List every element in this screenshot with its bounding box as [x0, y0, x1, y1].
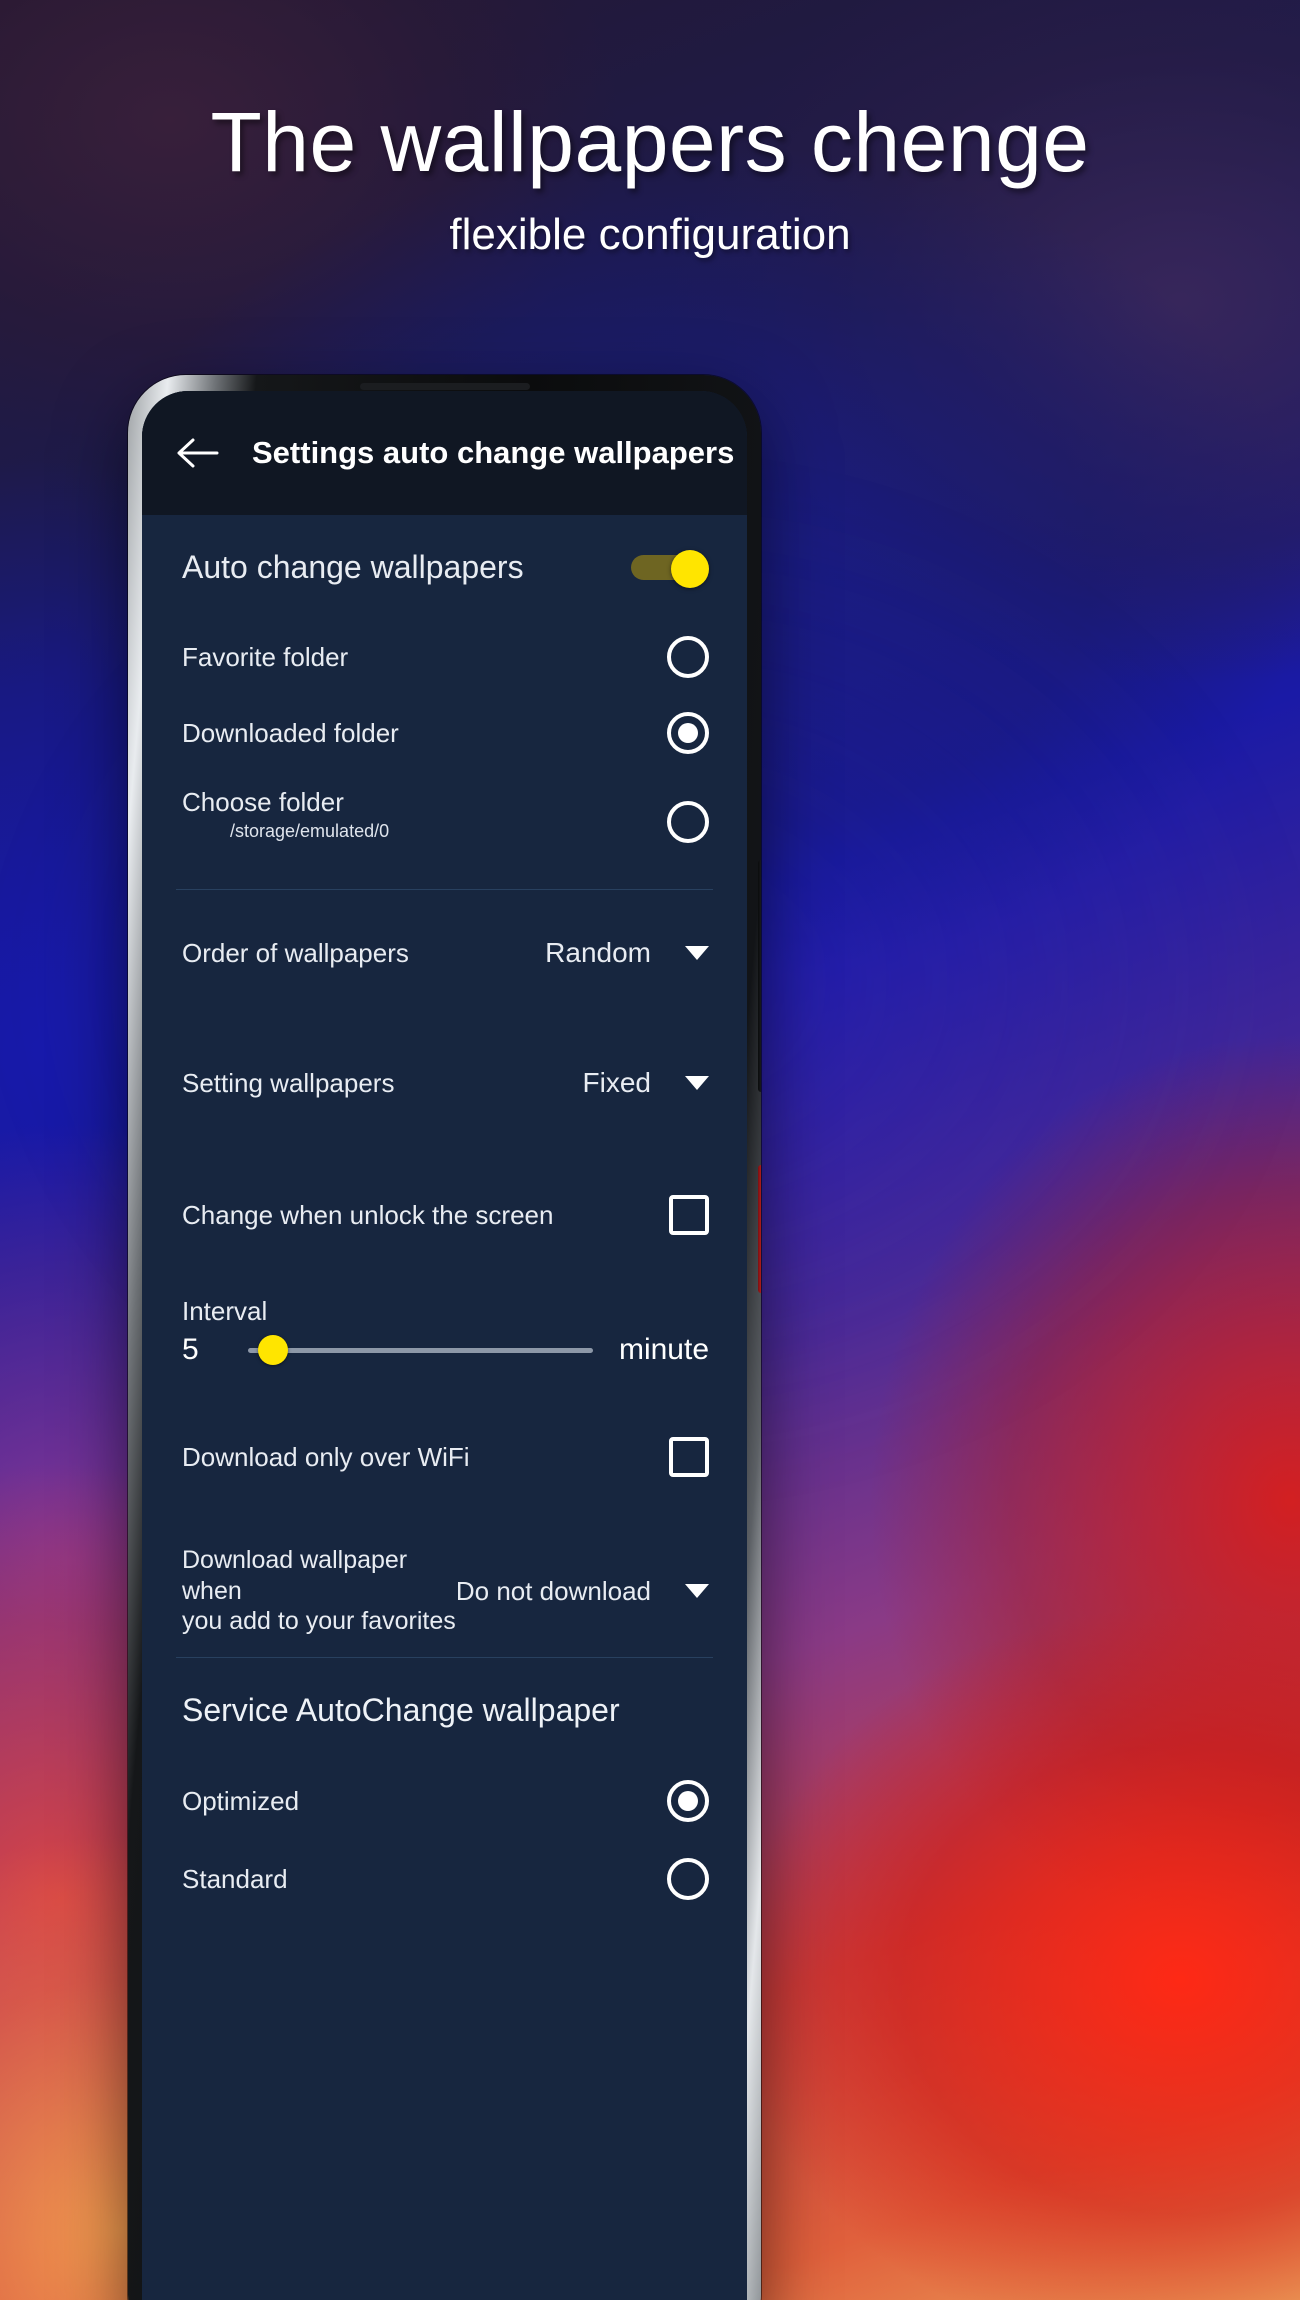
settings-list: Auto change wallpapers Favorite folder D…	[142, 515, 747, 1918]
promo-text-block: The wallpapers chenge flexible configura…	[0, 0, 1300, 260]
radio-selected-dot	[678, 1791, 698, 1811]
choose-folder-label: Choose folder	[182, 787, 344, 817]
order-of-wallpapers-dropdown[interactable]: Random	[545, 937, 709, 969]
downloaded-folder-radio[interactable]	[667, 712, 709, 754]
row-download-only-wifi[interactable]: Download only over WiFi	[142, 1389, 747, 1525]
interval-slider-block: Interval 5 minute	[142, 1280, 747, 1389]
download-on-favorite-dropdown[interactable]: Do not download	[456, 1576, 709, 1607]
setting-wallpapers-label: Setting wallpapers	[182, 1067, 395, 1098]
slider-track	[248, 1347, 593, 1353]
service-section-title: Service AutoChange wallpaper	[182, 1691, 620, 1728]
download-on-favorite-value: Do not download	[455, 1575, 651, 1606]
service-optimized-radio[interactable]	[667, 1780, 709, 1822]
radio-ring	[667, 1858, 709, 1900]
download-only-wifi-checkbox[interactable]	[669, 1437, 709, 1477]
slider-thumb[interactable]	[258, 1335, 289, 1365]
page-title: Settings auto change wallpapers	[252, 435, 735, 470]
row-setting-wallpapers[interactable]: Setting wallpapers Fixed	[142, 1016, 747, 1150]
earpiece-speaker	[359, 383, 530, 390]
chevron-down-icon	[685, 1076, 709, 1090]
app-screen: Settings auto change wallpapers Auto cha…	[142, 391, 747, 2300]
service-standard-radio[interactable]	[667, 1858, 709, 1900]
promo-title: The wallpapers chenge	[210, 95, 1090, 189]
arrow-left-icon[interactable]	[172, 427, 224, 479]
row-auto-change-wallpapers[interactable]: Auto change wallpapers	[142, 515, 747, 619]
chevron-down-icon	[685, 1584, 709, 1598]
chevron-down-icon	[685, 946, 709, 960]
radio-ring	[667, 801, 709, 843]
order-of-wallpapers-label: Order of wallpapers	[182, 937, 409, 968]
setting-wallpapers-dropdown[interactable]: Fixed	[583, 1067, 709, 1099]
row-change-when-unlock[interactable]: Change when unlock the screen	[142, 1150, 747, 1280]
choose-folder-radio[interactable]	[667, 801, 709, 843]
choose-folder-path: /storage/emulated/0	[230, 821, 390, 841]
phone-device-frame: Settings auto change wallpapers Auto cha…	[128, 375, 761, 2300]
service-standard-label: Standard	[182, 1863, 288, 1894]
promo-subtitle: flexible configuration	[449, 210, 851, 259]
favorite-folder-label: Favorite folder	[182, 641, 349, 672]
change-when-unlock-label: Change when unlock the screen	[182, 1199, 554, 1230]
app-bar: Settings auto change wallpapers	[142, 391, 747, 515]
row-favorite-folder[interactable]: Favorite folder	[142, 619, 747, 695]
service-section-header: Service AutoChange wallpaper	[142, 1658, 747, 1762]
power-button[interactable]	[758, 1165, 761, 1293]
interval-label: Interval	[182, 1296, 268, 1326]
row-service-optimized[interactable]: Optimized	[142, 1762, 747, 1840]
change-when-unlock-checkbox[interactable]	[669, 1195, 709, 1235]
interval-value: 5	[182, 1333, 199, 1366]
row-service-standard[interactable]: Standard	[142, 1840, 747, 1918]
download-on-favorite-label-line1: Download wallpaper when	[182, 1546, 408, 1605]
row-order-of-wallpapers[interactable]: Order of wallpapers Random	[142, 890, 747, 1016]
interval-slider-row: 5 minute	[182, 1333, 709, 1367]
radio-ring	[667, 636, 709, 678]
order-of-wallpapers-value: Random	[545, 937, 651, 968]
download-only-wifi-label: Download only over WiFi	[182, 1441, 470, 1472]
row-choose-folder[interactable]: Choose folder /storage/emulated/0	[142, 771, 747, 867]
row-download-on-favorite[interactable]: Download wallpaper when you add to your …	[142, 1525, 747, 1657]
toggle-knob	[671, 550, 709, 588]
download-on-favorite-label-line2: you add to your favorites	[182, 1607, 456, 1636]
downloaded-folder-label: Downloaded folder	[182, 717, 399, 748]
interval-unit: minute	[618, 1333, 709, 1366]
volume-button[interactable]	[758, 860, 761, 1092]
row-downloaded-folder[interactable]: Downloaded folder	[142, 695, 747, 771]
setting-wallpapers-value: Fixed	[582, 1067, 651, 1098]
auto-change-label: Auto change wallpapers	[182, 548, 524, 585]
auto-change-toggle[interactable]	[631, 550, 709, 588]
interval-slider[interactable]	[248, 1333, 593, 1367]
service-optimized-label: Optimized	[182, 1785, 300, 1816]
radio-selected-dot	[678, 723, 698, 743]
favorite-folder-radio[interactable]	[667, 636, 709, 678]
